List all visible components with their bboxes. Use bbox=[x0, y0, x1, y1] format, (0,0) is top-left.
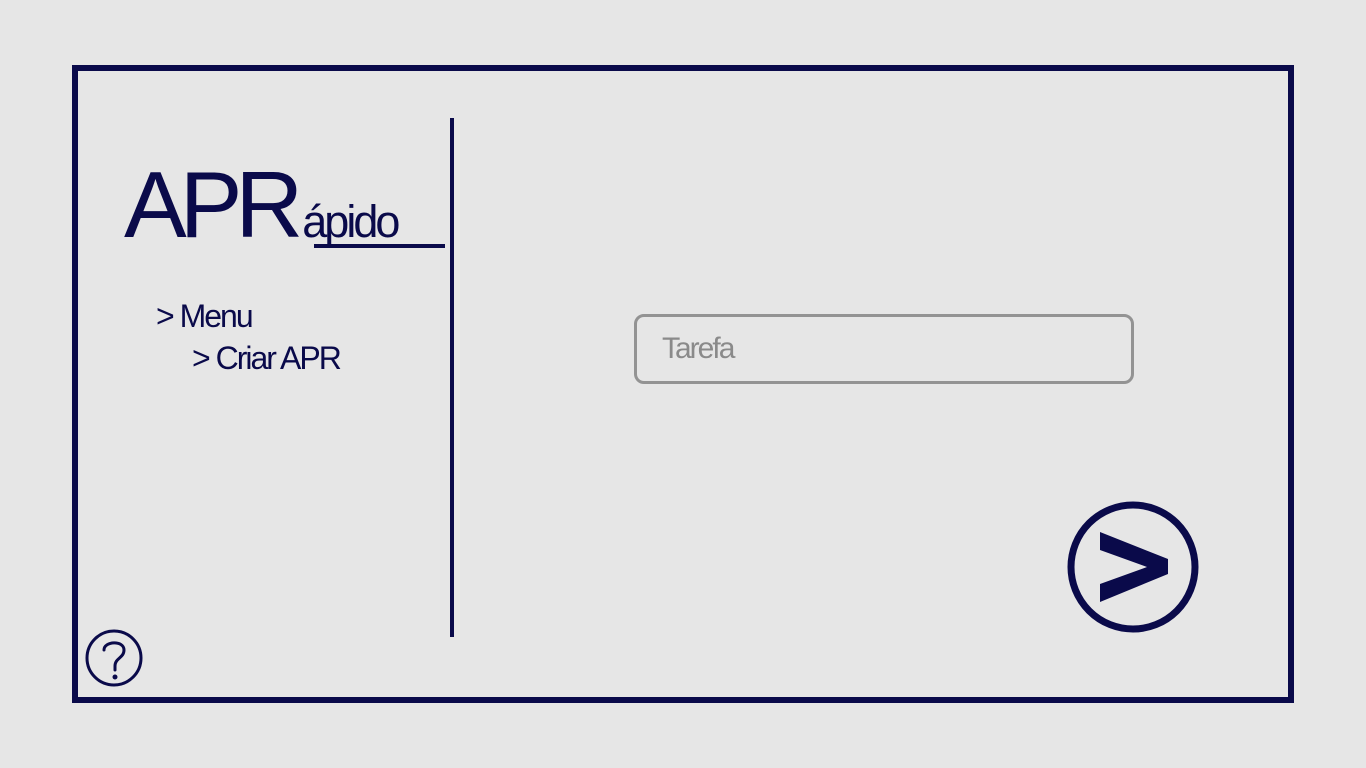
logo-sub-text: ápido bbox=[302, 196, 400, 247]
breadcrumb-current-item: > Criar APR bbox=[192, 340, 342, 376]
logo-main-text: APR bbox=[124, 152, 303, 257]
task-input[interactable] bbox=[634, 314, 1134, 384]
logo-underline bbox=[314, 244, 445, 248]
chevron-right-circle-icon bbox=[1067, 501, 1199, 633]
breadcrumb-menu-link[interactable]: > Menu bbox=[156, 298, 254, 335]
help-button[interactable] bbox=[84, 628, 144, 688]
sidebar-divider bbox=[450, 118, 454, 637]
next-button[interactable] bbox=[1066, 500, 1200, 634]
question-circle-icon bbox=[85, 629, 143, 687]
